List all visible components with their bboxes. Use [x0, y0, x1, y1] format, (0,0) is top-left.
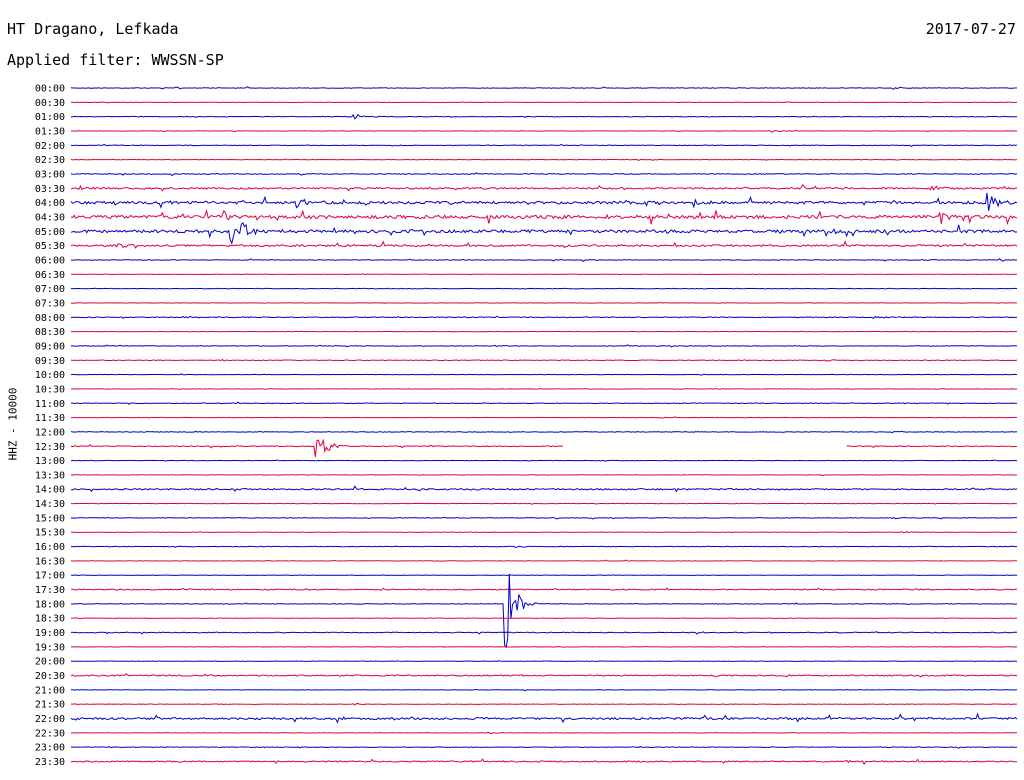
trace-line	[70, 660, 1018, 662]
row-time-label: 18:00	[35, 599, 65, 610]
trace-line	[70, 373, 1018, 376]
trace-line	[70, 430, 1018, 434]
trace-line	[70, 315, 1018, 319]
trace-line	[70, 516, 1018, 520]
row-time-label: 03:30	[35, 184, 65, 195]
row-time-label: 05:00	[35, 227, 65, 238]
trace-line	[70, 745, 1018, 749]
helicorder-plot: 00:00 00:30 01:00 01:30 02:00 02:30 03:00 03:30…	[35, 84, 1018, 768]
trace-line	[70, 301, 1018, 304]
trace-line	[70, 222, 1018, 245]
row-time-label: 03:00	[35, 169, 65, 180]
trace-line	[70, 240, 1018, 249]
row-time-label: 14:30	[35, 499, 65, 510]
trace-line	[70, 273, 1018, 276]
row-time-label: 06:30	[35, 270, 65, 281]
trace-line	[70, 573, 1018, 649]
row-time-label: 19:30	[35, 642, 65, 653]
row-time-label: 17:00	[35, 571, 65, 582]
row-time-label: 10:00	[35, 370, 65, 381]
row-time-label: 22:00	[35, 714, 65, 725]
trace-line	[70, 473, 1018, 477]
trace-line	[70, 192, 1018, 211]
trace-line	[70, 712, 1018, 724]
row-time-label: 00:30	[35, 98, 65, 109]
row-time-label: 16:00	[35, 542, 65, 553]
trace-line	[70, 689, 1018, 692]
row-time-label: 08:30	[35, 327, 65, 338]
row-time-label: 23:30	[35, 757, 65, 768]
row-time-label: 04:30	[35, 212, 65, 223]
row-time-label: 16:30	[35, 556, 65, 567]
row-time-label: 01:30	[35, 126, 65, 137]
row-time-label: 13:00	[35, 456, 65, 467]
trace-line	[70, 158, 1018, 161]
row-time-label: 00:00	[35, 84, 65, 95]
trace-line	[70, 702, 1018, 706]
row-time-label: 12:00	[35, 427, 65, 438]
trace-line	[70, 86, 1018, 90]
trace-line	[70, 258, 1018, 262]
row-time-label: 13:30	[35, 470, 65, 481]
row-time-label: 14:00	[35, 485, 65, 496]
trace-line	[70, 113, 1018, 120]
row-time-label: 17:30	[35, 585, 65, 596]
trace-line	[70, 672, 1018, 678]
trace-line	[70, 731, 1018, 734]
row-time-label: 04:00	[35, 198, 65, 209]
trace-line	[70, 631, 1018, 635]
row-time-label: 10:30	[35, 384, 65, 395]
trace-line	[70, 416, 1018, 419]
row-time-label: 09:00	[35, 341, 65, 352]
row-time-label: 05:30	[35, 241, 65, 252]
trace-line	[70, 172, 1018, 177]
trace-line	[70, 758, 1018, 766]
row-time-label: 19:00	[35, 628, 65, 639]
row-time-label: 15:00	[35, 513, 65, 524]
trace-line	[70, 545, 1018, 549]
row-time-label: 12:30	[35, 442, 65, 453]
trace-line	[70, 358, 1018, 362]
row-time-label: 15:30	[35, 528, 65, 539]
row-time-label: 08:00	[35, 313, 65, 324]
trace-line	[70, 143, 1018, 148]
trace-line	[70, 574, 1018, 577]
row-time-label: 18:30	[35, 614, 65, 625]
row-time-label: 23:00	[35, 743, 65, 754]
row-time-label: 20:30	[35, 671, 65, 682]
trace-line	[70, 330, 1018, 333]
trace-line	[70, 459, 1018, 462]
trace-line	[70, 530, 1018, 534]
trace-line	[70, 208, 1018, 226]
row-time-label: 21:30	[35, 700, 65, 711]
row-time-label: 07:30	[35, 298, 65, 309]
row-time-label: 07:00	[35, 284, 65, 295]
trace-line	[70, 401, 1018, 405]
row-time-label: 06:00	[35, 255, 65, 266]
row-time-label: 02:00	[35, 141, 65, 152]
row-time-label: 09:30	[35, 356, 65, 367]
row-time-label: 21:00	[35, 685, 65, 696]
trace-line	[70, 388, 1018, 391]
trace-line	[70, 617, 1018, 620]
trace-line	[70, 101, 1017, 104]
trace-line	[70, 183, 1018, 192]
row-time-label: 02:30	[35, 155, 65, 166]
trace-line	[70, 587, 1018, 591]
trace-line	[70, 287, 1018, 290]
row-time-label: 22:30	[35, 728, 65, 739]
row-time-label: 01:00	[35, 112, 65, 123]
row-time-label: 20:00	[35, 657, 65, 668]
trace-line	[70, 502, 1018, 505]
trace-line	[70, 129, 1018, 133]
row-time-label: 11:30	[35, 413, 65, 424]
row-time-label: 11:00	[35, 399, 65, 410]
trace-line	[70, 344, 1018, 348]
trace-line	[70, 559, 1018, 562]
trace-line	[70, 438, 1018, 457]
trace-line	[71, 485, 1018, 493]
